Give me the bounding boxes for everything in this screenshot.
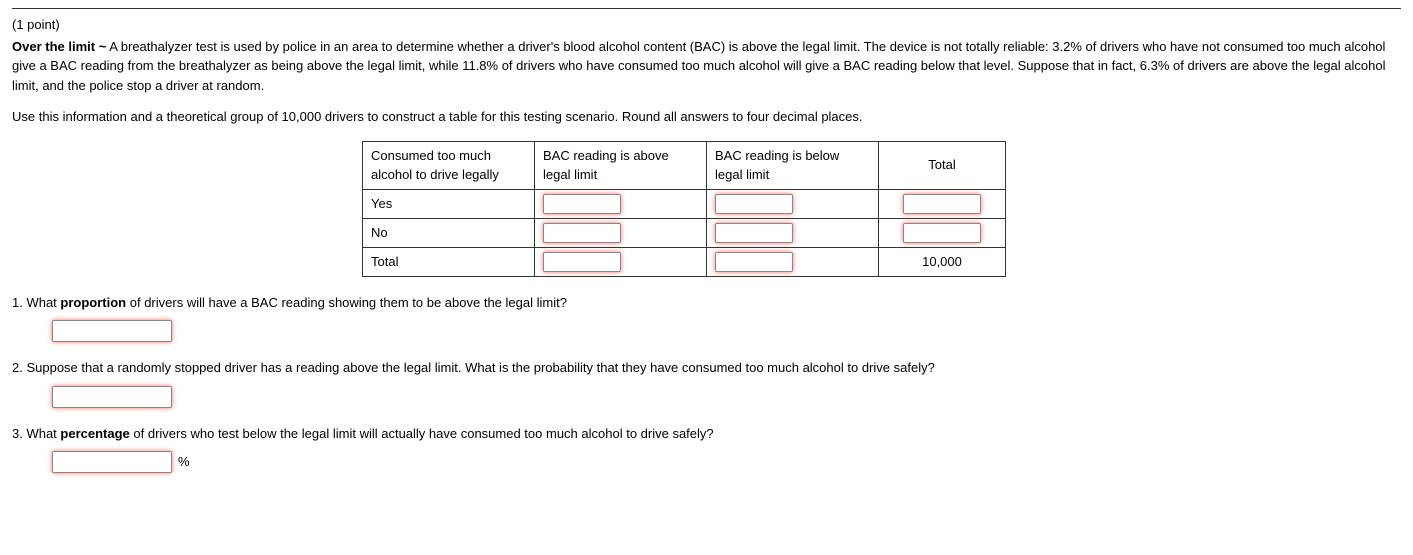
q1-suffix: of drivers will have a BAC reading showi… bbox=[126, 295, 567, 310]
input-total-above[interactable] bbox=[543, 252, 621, 272]
intro-paragraph-1: Over the limit ~ A breathalyzer test is … bbox=[12, 37, 1401, 96]
data-table: Consumed too much alcohol to drive legal… bbox=[362, 141, 1006, 277]
question-1: 1. What proportion of drivers will have … bbox=[12, 293, 1401, 313]
input-yes-above[interactable] bbox=[543, 194, 621, 214]
question-2: 2. Suppose that a randomly stopped drive… bbox=[12, 358, 1401, 378]
table-header-row: Consumed too much alcohol to drive legal… bbox=[363, 141, 1006, 189]
table-row: Yes bbox=[363, 189, 1006, 218]
table-row: Total 10,000 bbox=[363, 247, 1006, 276]
q2-answer-input[interactable] bbox=[52, 386, 172, 408]
q3-answer-input[interactable] bbox=[52, 451, 172, 473]
q3-bold: percentage bbox=[60, 426, 129, 441]
points-label: (1 point) bbox=[12, 15, 1401, 35]
input-yes-total[interactable] bbox=[903, 194, 981, 214]
title-bold: Over the limit ~ bbox=[12, 39, 106, 54]
header-col4: Total bbox=[879, 141, 1006, 189]
input-no-above[interactable] bbox=[543, 223, 621, 243]
input-no-total[interactable] bbox=[903, 223, 981, 243]
header-col1: Consumed too much alcohol to drive legal… bbox=[363, 141, 535, 189]
q1-input-row bbox=[12, 320, 1401, 342]
q1-prefix: 1. What bbox=[12, 295, 60, 310]
intro-paragraph-2: Use this information and a theoretical g… bbox=[12, 107, 1401, 127]
input-total-below[interactable] bbox=[715, 252, 793, 272]
q3-input-row: % bbox=[12, 451, 1401, 473]
input-yes-below[interactable] bbox=[715, 194, 793, 214]
percent-symbol: % bbox=[178, 454, 190, 469]
q3-suffix: of drivers who test below the legal limi… bbox=[130, 426, 714, 441]
header-col2: BAC reading is above legal limit bbox=[535, 141, 707, 189]
q3-prefix: 3. What bbox=[12, 426, 60, 441]
grand-total: 10,000 bbox=[879, 247, 1006, 276]
q1-answer-input[interactable] bbox=[52, 320, 172, 342]
row-yes-label: Yes bbox=[363, 189, 535, 218]
input-no-below[interactable] bbox=[715, 223, 793, 243]
q1-bold: proportion bbox=[60, 295, 126, 310]
question-3: 3. What percentage of drivers who test b… bbox=[12, 424, 1401, 444]
q2-input-row bbox=[12, 386, 1401, 408]
header-col3: BAC reading is below legal limit bbox=[707, 141, 879, 189]
row-total-label: Total bbox=[363, 247, 535, 276]
divider bbox=[12, 8, 1401, 9]
row-no-label: No bbox=[363, 218, 535, 247]
intro-text-1: A breathalyzer test is used by police in… bbox=[12, 39, 1385, 93]
intro-block: (1 point) Over the limit ~ A breathalyze… bbox=[12, 15, 1401, 127]
table-row: No bbox=[363, 218, 1006, 247]
